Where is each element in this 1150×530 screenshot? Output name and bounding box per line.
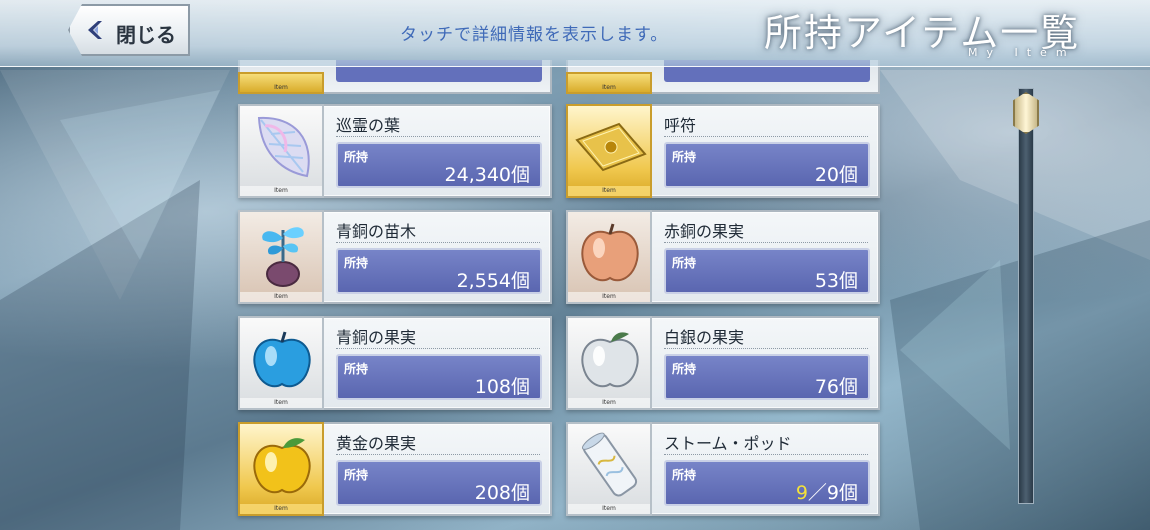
summon-ticket-icon — [575, 122, 647, 172]
count-bar: 所持 76個 — [664, 354, 870, 400]
item-name: 呼符 — [664, 116, 697, 135]
item-card-bronze-apple[interactable]: Item 青銅の果実 所持 108個 — [238, 316, 552, 410]
item-count: 24,340個 — [444, 164, 530, 186]
item-thumbnail: Item — [566, 104, 652, 198]
item-card-bronze-sapling[interactable]: Item 青銅の苗木 所持 2,554個 — [238, 210, 552, 304]
golden-apple-icon — [253, 438, 311, 494]
item-name: 青銅の果実 — [336, 328, 417, 347]
item-thumbnail: Item — [566, 422, 652, 516]
item-thumbnail: Item — [238, 104, 324, 198]
own-label: 所持 — [344, 468, 369, 482]
divider — [664, 242, 868, 243]
count-bar: 所持 208個 — [336, 460, 542, 506]
own-label: 所持 — [672, 362, 697, 376]
item-tag: Item — [568, 186, 650, 196]
divider — [336, 242, 540, 243]
count-bar: 所持 53個 — [664, 248, 870, 294]
back-chevron-icon — [88, 21, 102, 39]
item-name: 黄金の果実 — [336, 434, 417, 453]
item-tag: Item — [568, 292, 650, 302]
item-card-golden-apple[interactable]: Item 黄金の果実 所持 208個 — [238, 422, 552, 516]
page-subtitle: My Item — [968, 46, 1076, 59]
item-card-summon-ticket[interactable]: Item 呼符 所持 20個 — [566, 104, 880, 198]
item-count: 20個 — [814, 164, 858, 186]
leaf-icon — [257, 116, 310, 178]
item-count: 108個 — [474, 376, 530, 398]
item-tag: Item — [240, 186, 322, 196]
own-label: 所持 — [344, 362, 369, 376]
copper-apple-icon — [581, 223, 639, 282]
item-count: 53個 — [814, 270, 858, 292]
item-tag: Item — [240, 292, 322, 302]
item-count-current: 9 — [795, 482, 808, 504]
item-count-rest: ／9個 — [807, 482, 858, 504]
item-card-silver-apple[interactable]: Item 白銀の果実 所持 76個 — [566, 316, 880, 410]
close-button-label: 閉じる — [116, 23, 176, 47]
item-count: 9／9個 — [796, 478, 858, 505]
count-bar: 所持 2,554個 — [336, 248, 542, 294]
item-name: 青銅の苗木 — [336, 222, 417, 241]
storm-pod-icon — [581, 432, 638, 497]
scrollbar-thumb[interactable] — [1013, 92, 1039, 134]
item-name: 巡霊の葉 — [336, 116, 401, 135]
item-thumbnail: Item — [566, 210, 652, 304]
item-tag: Item — [568, 398, 650, 408]
item-name: 赤銅の果実 — [664, 222, 745, 241]
divider — [336, 454, 540, 455]
own-label: 所持 — [344, 256, 369, 270]
header-bar: 閉じる タッチで詳細情報を表示します。 所持アイテム一覧 My Item — [0, 0, 1150, 67]
close-button[interactable]: 閉じる — [68, 4, 190, 56]
count-bar: 所持 108個 — [336, 354, 542, 400]
item-tag: Item — [566, 72, 652, 94]
divider — [336, 348, 540, 349]
own-label: 所持 — [672, 256, 697, 270]
item-name: ストーム・ポッド — [664, 434, 792, 453]
count-bar: 所持 9／9個 — [664, 460, 870, 506]
own-label: 所持 — [344, 150, 369, 164]
item-card-leaf[interactable]: Item 巡霊の葉 所持 24,340個 — [238, 104, 552, 198]
touch-hint-text: タッチで詳細情報を表示します。 — [400, 25, 669, 45]
divider — [664, 348, 868, 349]
count-bar: 所持 24,340個 — [336, 142, 542, 188]
item-card-storm-pod[interactable]: Item ストーム・ポッド 所持 9／9個 — [566, 422, 880, 516]
item-count: 208個 — [474, 482, 530, 504]
item-name: 白銀の果実 — [664, 328, 745, 347]
bronze-sapling-icon — [262, 227, 304, 287]
divider — [664, 454, 868, 455]
scrollbar-track[interactable] — [1018, 88, 1034, 504]
count-bar: 所持 20個 — [664, 142, 870, 188]
item-count: 2,554個 — [456, 270, 530, 292]
item-thumbnail: Item — [566, 316, 652, 410]
item-count: 76個 — [814, 376, 858, 398]
item-thumbnail: Item — [238, 210, 324, 304]
item-tag: Item — [240, 398, 322, 408]
item-thumbnail: Item — [238, 316, 324, 410]
item-tag: Item — [240, 504, 322, 514]
divider — [664, 136, 868, 137]
divider — [336, 136, 540, 137]
own-label: 所持 — [672, 468, 697, 482]
item-tag: Item — [568, 504, 650, 514]
item-tag: Item — [238, 72, 324, 94]
bronze-apple-icon — [253, 331, 311, 388]
silver-apple-icon — [581, 332, 639, 388]
item-thumbnail: Item — [238, 422, 324, 516]
own-label: 所持 — [672, 150, 697, 164]
item-card-copper-apple[interactable]: Item 赤銅の果実 所持 53個 — [566, 210, 880, 304]
